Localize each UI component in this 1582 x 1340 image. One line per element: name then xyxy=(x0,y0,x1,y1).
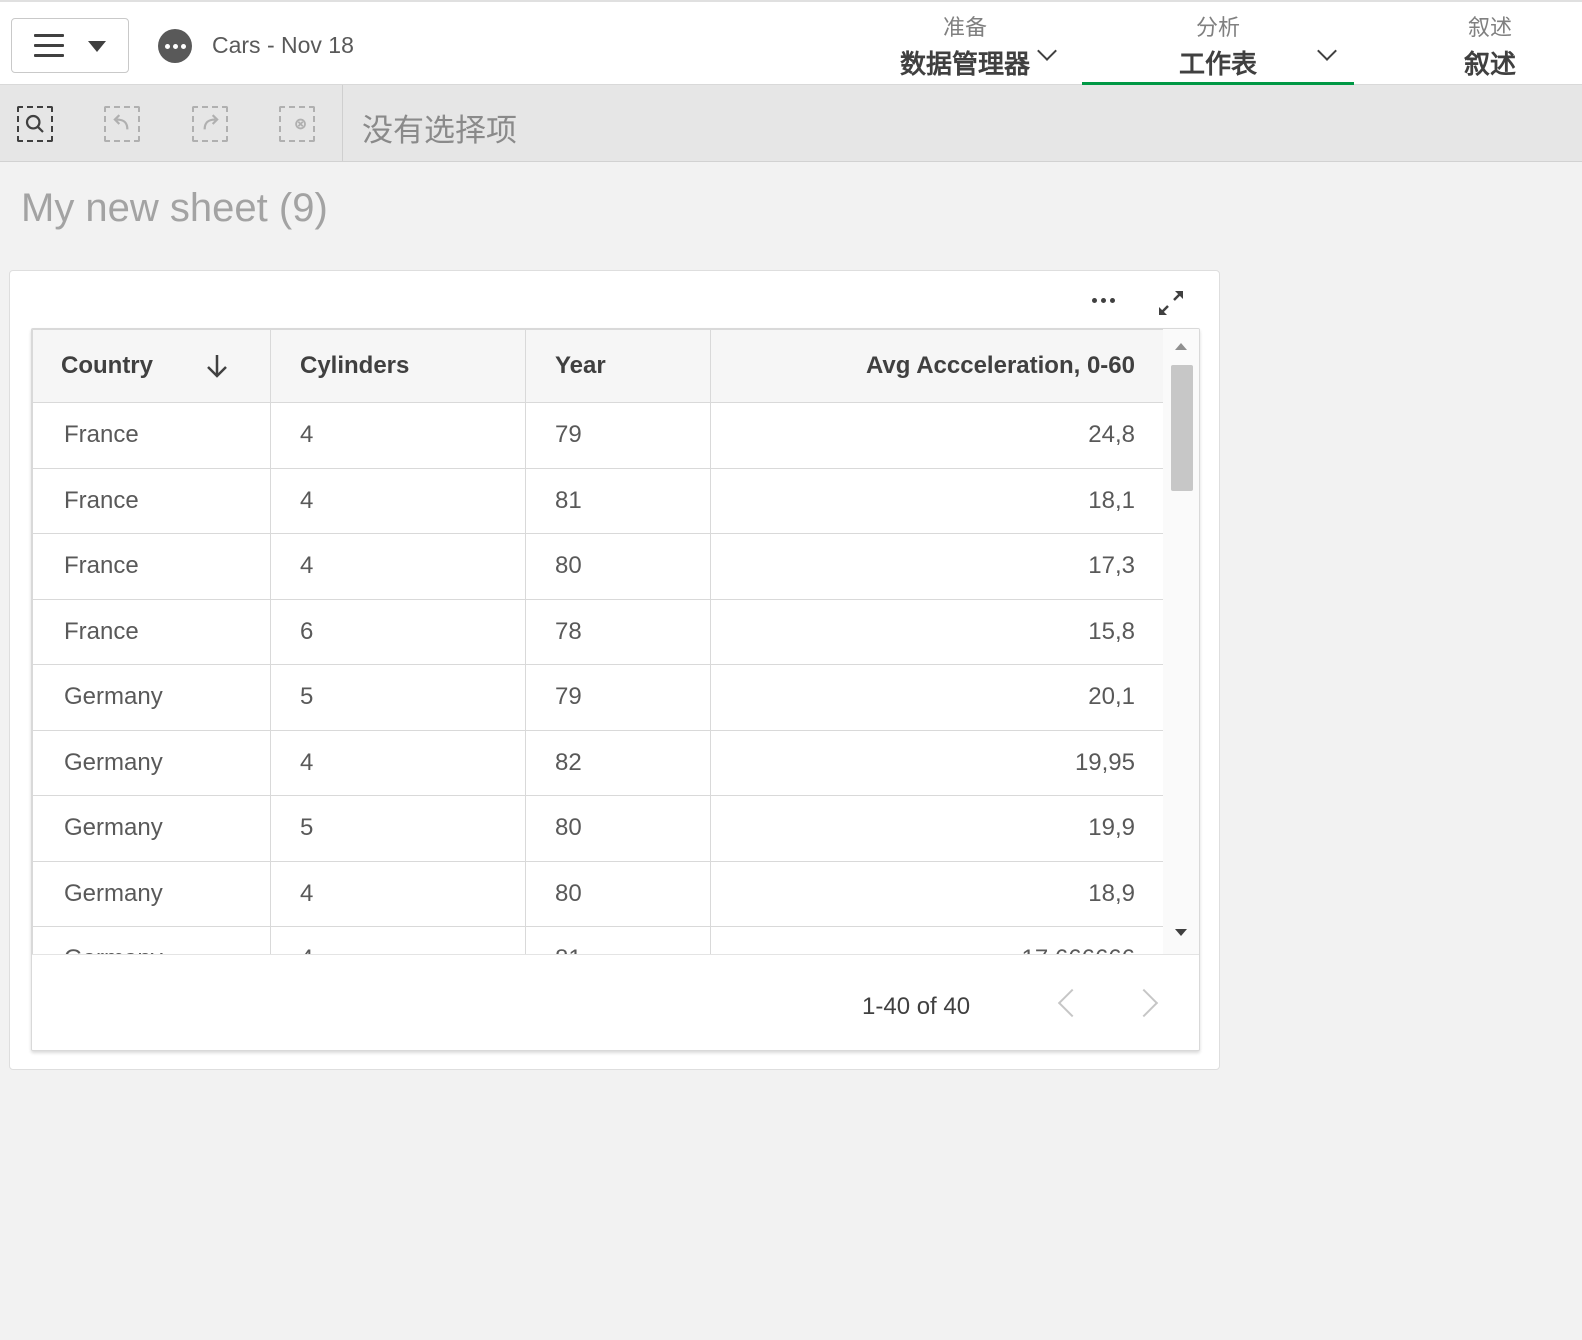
cell-avg-acceleration: 19,95 xyxy=(710,729,1163,796)
cell-year[interactable]: 79 xyxy=(525,664,711,731)
tab-narrate[interactable]: 叙述 叙述 xyxy=(1440,2,1540,86)
cell-year[interactable]: 80 xyxy=(525,533,711,600)
app-icon xyxy=(158,29,192,63)
selections-toolbar: 没有选择项 xyxy=(0,85,1582,162)
column-header-avg-acceleration[interactable]: Avg Accceleration, 0-60 xyxy=(710,329,1163,403)
cell-avg-acceleration: 18,9 xyxy=(710,860,1163,927)
column-header-country[interactable]: Country xyxy=(32,329,271,403)
column-header-year[interactable]: Year xyxy=(525,329,711,403)
cell-year[interactable]: 81 xyxy=(525,467,711,534)
cell-cylinders[interactable]: 4 xyxy=(270,467,526,534)
table-row: France 4 79 24,8 xyxy=(32,402,1163,469)
pagination-bar: 1-40 of 40 xyxy=(32,954,1199,1050)
cell-year[interactable]: 81 xyxy=(525,926,711,954)
cell-cylinders[interactable]: 5 xyxy=(270,795,526,862)
cell-cylinders[interactable]: 4 xyxy=(270,729,526,796)
smart-search-button[interactable] xyxy=(17,106,53,142)
cell-country[interactable]: France xyxy=(32,598,271,665)
tab-narrate-sub-label: 叙述 xyxy=(1467,16,1512,41)
cell-avg-acceleration: 15,8 xyxy=(710,598,1163,665)
cell-year[interactable]: 79 xyxy=(525,402,711,469)
scroll-up-icon[interactable] xyxy=(1175,343,1187,350)
cell-country[interactable]: France xyxy=(32,533,271,600)
table-row: Germany 5 80 19,9 xyxy=(32,795,1163,862)
scrollbar-thumb[interactable] xyxy=(1171,365,1193,491)
selections-status: 没有选择项 xyxy=(362,113,517,149)
scroll-down-icon[interactable] xyxy=(1175,929,1187,936)
table-row: France 4 80 17,3 xyxy=(32,533,1163,600)
top-bar: Cars - Nov 18 准备 数据管理器 分析 工作表 叙述 叙述 xyxy=(0,0,1582,86)
cell-year[interactable]: 78 xyxy=(525,598,711,665)
cell-country[interactable]: France xyxy=(32,402,271,469)
clear-icon xyxy=(295,118,306,130)
column-header-cylinders[interactable]: Cylinders xyxy=(270,329,526,403)
column-header-label: Country xyxy=(61,352,153,379)
cell-avg-acceleration: 20,1 xyxy=(710,664,1163,731)
tab-narrate-label: 叙述 xyxy=(1463,50,1516,80)
undo-arrow-icon xyxy=(113,114,129,130)
table-row: Germany 4 80 18,9 xyxy=(32,860,1163,927)
table-row: Germany48117,666666 xyxy=(32,926,1163,954)
cell-cylinders[interactable]: 4 xyxy=(270,926,526,954)
cell-avg-acceleration: 18,1 xyxy=(710,467,1163,534)
tab-analyze-label: 工作表 xyxy=(1178,50,1257,80)
table-viewport: Country Cylinders Year Avg Accceleration… xyxy=(32,329,1163,954)
step-back-button[interactable] xyxy=(104,106,140,142)
step-forward-button[interactable] xyxy=(192,106,228,142)
cell-cylinders[interactable]: 4 xyxy=(270,860,526,927)
tab-analyze-sub-label: 分析 xyxy=(1195,16,1240,41)
cell-country[interactable]: Germany xyxy=(32,926,271,954)
pagination-label: 1-40 of 40 xyxy=(862,993,971,1020)
table-row: France 6 78 15,8 xyxy=(32,598,1163,665)
column-header-label: Avg Accceleration, 0-60 xyxy=(865,352,1135,379)
cell-year[interactable]: 80 xyxy=(525,795,711,862)
expand-icon[interactable] xyxy=(1153,281,1189,317)
more-options-icon[interactable] xyxy=(1086,289,1120,311)
cell-year[interactable]: 80 xyxy=(525,860,711,927)
chevron-right-icon[interactable] xyxy=(1129,988,1159,1018)
app-title[interactable]: Cars - Nov 18 xyxy=(212,32,354,59)
chevron-left-icon[interactable] xyxy=(1057,988,1087,1018)
table-row: Germany 4 82 19,95 xyxy=(32,729,1163,796)
cell-cylinders[interactable]: 6 xyxy=(270,598,526,665)
redo-arrow-icon xyxy=(203,114,219,130)
tab-analyze[interactable]: 分析 工作表 xyxy=(1082,2,1354,86)
cell-cylinders[interactable]: 4 xyxy=(270,402,526,469)
selection-tools xyxy=(0,85,343,161)
cell-cylinders[interactable]: 4 xyxy=(270,533,526,600)
sheet-title: My new sheet (9) xyxy=(21,186,328,230)
data-table: Country Cylinders Year Avg Accceleration… xyxy=(31,328,1200,1051)
cell-avg-acceleration: 17,666666 xyxy=(710,926,1163,954)
column-header-label: Year xyxy=(555,352,606,379)
cell-country[interactable]: Germany xyxy=(32,860,271,927)
cell-avg-acceleration: 24,8 xyxy=(710,402,1163,469)
global-menu-button[interactable] xyxy=(11,18,129,73)
search-icon xyxy=(25,114,44,133)
cell-year[interactable]: 82 xyxy=(525,729,711,796)
table-row: Germany 5 79 20,1 xyxy=(32,664,1163,731)
cell-country[interactable]: Germany xyxy=(32,795,271,862)
cell-country[interactable]: Germany xyxy=(32,664,271,731)
table-row: France 4 81 18,1 xyxy=(32,467,1163,534)
sort-descending-icon[interactable] xyxy=(204,352,230,380)
tab-prepare[interactable]: 准备 数据管理器 xyxy=(850,2,1080,86)
vertical-scrollbar[interactable] xyxy=(1163,329,1199,954)
table-header-row: Country Cylinders Year Avg Accceleration… xyxy=(32,329,1163,403)
tab-prepare-sub-label: 准备 xyxy=(942,16,987,41)
caret-down-icon xyxy=(88,41,106,52)
cell-country[interactable]: France xyxy=(32,467,271,534)
table-object[interactable]: Country Cylinders Year Avg Accceleration… xyxy=(9,270,1220,1070)
hamburger-icon xyxy=(34,34,64,58)
clear-selections-button[interactable] xyxy=(279,106,315,142)
column-header-label: Cylinders xyxy=(300,352,410,379)
cell-cylinders[interactable]: 5 xyxy=(270,664,526,731)
cell-country[interactable]: Germany xyxy=(32,729,271,796)
cell-avg-acceleration: 19,9 xyxy=(710,795,1163,862)
cell-avg-acceleration: 17,3 xyxy=(710,533,1163,600)
